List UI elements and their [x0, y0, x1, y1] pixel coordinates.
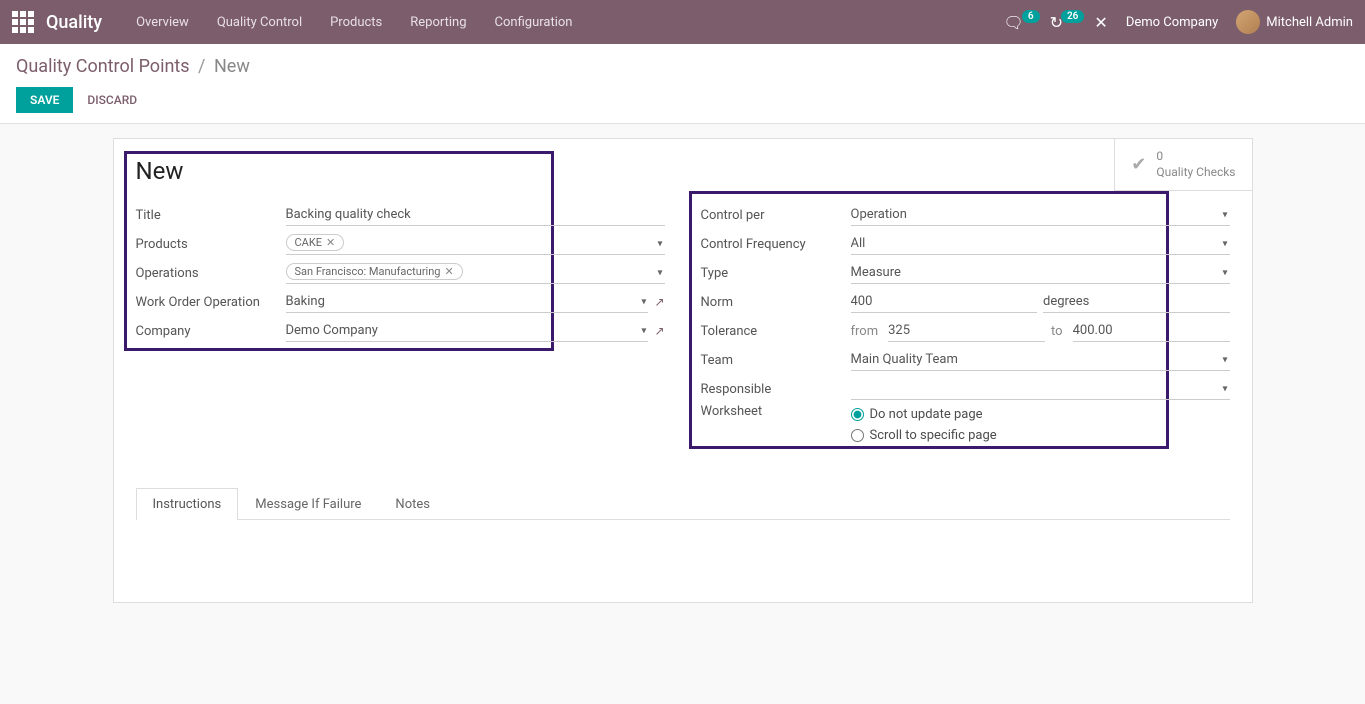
menu-configuration[interactable]: Configuration	[481, 15, 587, 30]
worksheet-label: Worksheet	[701, 404, 851, 419]
close-icon: ✕	[1094, 13, 1107, 32]
tab-instructions[interactable]: Instructions	[136, 488, 239, 520]
freq-label: Control Frequency	[701, 237, 851, 252]
wo-input[interactable]	[286, 291, 649, 313]
norm-unit-input[interactable]	[1043, 291, 1230, 313]
activities-badge: 26	[1061, 10, 1084, 23]
responsible-label: Responsible	[701, 382, 851, 397]
form-tabs: Instructions Message If Failure Notes	[136, 487, 1230, 520]
products-tag-remove[interactable]: ✕	[326, 236, 335, 249]
freq-select[interactable]	[851, 233, 1230, 255]
tol-label: Tolerance	[701, 324, 851, 339]
form-scroll-area[interactable]: ✔ 0 Quality Checks New Title	[0, 124, 1365, 704]
company-external-link-icon[interactable]: ↗	[654, 324, 664, 338]
worksheet-radio-scroll[interactable]	[851, 429, 864, 442]
tab-message-if-failure[interactable]: Message If Failure	[238, 488, 378, 520]
messages-badge: 6	[1022, 10, 1040, 23]
avatar	[1236, 10, 1260, 34]
breadcrumb-parent[interactable]: Quality Control Points	[16, 56, 190, 77]
control-per-label: Control per	[701, 208, 851, 223]
messages-button[interactable]: 🗨 6	[1004, 13, 1040, 32]
tol-to-label: to	[1051, 324, 1063, 339]
stat-label: Quality Checks	[1156, 165, 1235, 181]
responsible-select[interactable]	[851, 378, 1230, 400]
company-label: Company	[136, 324, 286, 339]
user-name: Mitchell Admin	[1266, 15, 1353, 30]
activities-button[interactable]: ↻ 26	[1050, 13, 1085, 32]
title-input[interactable]	[286, 204, 665, 226]
products-tags[interactable]: CAKE ✕	[286, 234, 665, 255]
operations-tags[interactable]: San Francisco: Manufacturing ✕	[286, 263, 665, 284]
form-sheet: ✔ 0 Quality Checks New Title	[113, 138, 1253, 603]
worksheet-opt2-label[interactable]: Scroll to specific page	[870, 428, 997, 443]
menu-quality-control[interactable]: Quality Control	[203, 15, 316, 30]
form-title: New	[136, 157, 1230, 185]
operations-label: Operations	[136, 266, 286, 281]
breadcrumb: Quality Control Points / New	[16, 56, 1349, 77]
breadcrumb-current: New	[214, 56, 250, 77]
breadcrumb-sep: /	[198, 56, 205, 77]
control-per-select[interactable]	[851, 204, 1230, 226]
menu-products[interactable]: Products	[316, 15, 396, 30]
tab-notes[interactable]: Notes	[378, 488, 447, 520]
type-select[interactable]	[851, 262, 1230, 284]
apps-icon[interactable]	[12, 11, 34, 33]
operations-tag-remove[interactable]: ✕	[444, 265, 453, 278]
left-column: Title Products CAKE ✕	[136, 201, 665, 447]
products-tag-cake: CAKE ✕	[286, 234, 345, 251]
stat-count: 0	[1156, 149, 1235, 165]
menu-overview[interactable]: Overview	[122, 15, 203, 30]
company-name: Demo Company	[1126, 15, 1218, 30]
tab-content-area	[136, 520, 1230, 580]
quality-checks-stat[interactable]: ✔ 0 Quality Checks	[1114, 139, 1251, 191]
control-bar: Quality Control Points / New SAVE DISCAR…	[0, 44, 1365, 124]
check-icon: ✔	[1131, 154, 1146, 175]
title-label: Title	[136, 208, 286, 223]
user-menu[interactable]: Mitchell Admin	[1236, 10, 1353, 34]
worksheet-opt1-label[interactable]: Do not update page	[870, 407, 983, 422]
save-button[interactable]: SAVE	[16, 87, 73, 113]
wo-external-link-icon[interactable]: ↗	[654, 295, 664, 309]
norm-value-input[interactable]	[851, 291, 1038, 313]
company-switcher[interactable]: Demo Company	[1126, 15, 1218, 30]
norm-label: Norm	[701, 295, 851, 310]
top-navbar: Quality Overview Quality Control Product…	[0, 0, 1365, 44]
tol-from-label: from	[851, 324, 879, 339]
company-input[interactable]	[286, 320, 649, 342]
tol-to-input[interactable]	[1073, 320, 1230, 342]
menu-reporting[interactable]: Reporting	[396, 15, 480, 30]
chat-icon: 🗨	[1004, 13, 1024, 32]
team-select[interactable]	[851, 349, 1230, 371]
close-studio-button[interactable]: ✕	[1094, 13, 1107, 32]
app-brand[interactable]: Quality	[46, 12, 102, 33]
discard-button[interactable]: DISCARD	[85, 87, 139, 113]
operations-tag-sf: San Francisco: Manufacturing ✕	[286, 263, 463, 280]
type-label: Type	[701, 266, 851, 281]
products-label: Products	[136, 237, 286, 252]
right-column: Control per ▾ Control Frequency ▾	[701, 201, 1230, 447]
wo-label: Work Order Operation	[136, 295, 286, 310]
worksheet-radio-no-update[interactable]	[851, 408, 864, 421]
team-label: Team	[701, 353, 851, 368]
tol-from-input[interactable]	[888, 320, 1045, 342]
